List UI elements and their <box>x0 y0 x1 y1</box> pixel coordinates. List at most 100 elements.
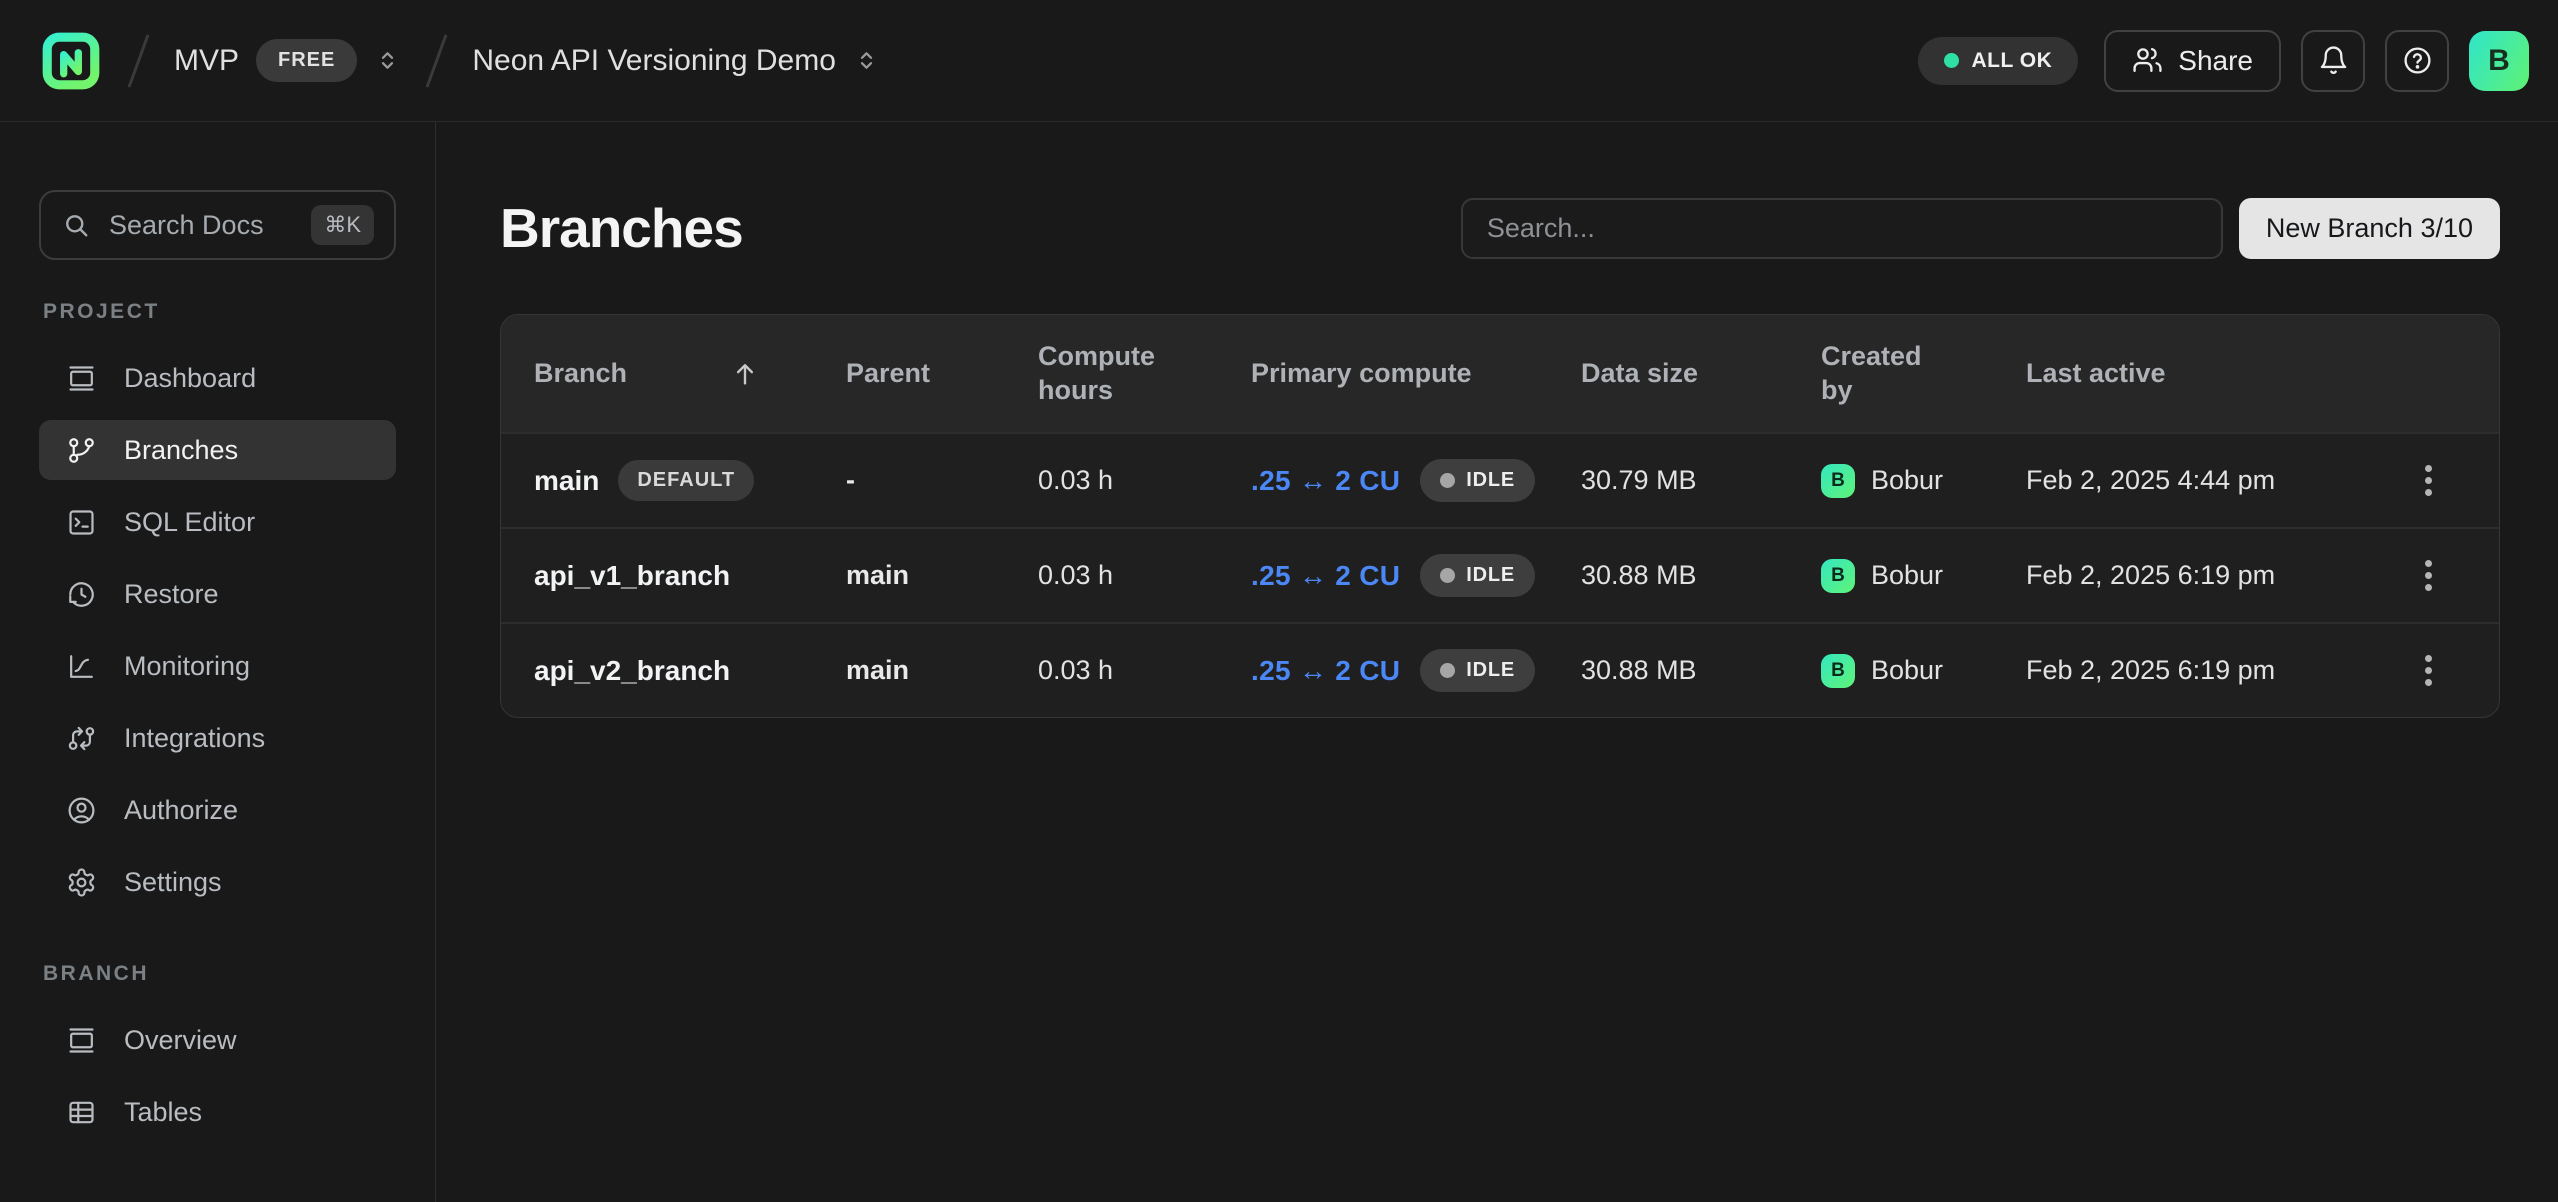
sidebar-item-tables[interactable]: Tables <box>39 1082 396 1142</box>
column-header-primary-compute[interactable]: Primary compute <box>1251 357 1581 391</box>
sidebar-item-settings[interactable]: Settings <box>39 852 396 912</box>
sidebar-item-branches[interactable]: Branches <box>39 420 396 480</box>
sidebar-item-label: Authorize <box>124 795 238 826</box>
sidebar-item-overview[interactable]: Overview <box>39 1010 396 1070</box>
column-header-branch[interactable]: Branch <box>534 357 846 391</box>
parent-cell: main <box>846 655 1038 686</box>
bell-icon <box>2318 45 2349 76</box>
status-pill[interactable]: ALL OK <box>1918 37 2079 85</box>
column-header-created-by[interactable]: Created by <box>1821 340 2026 408</box>
primary-compute-cell: .25 ↔ 2 CU IDLE <box>1251 554 1581 597</box>
compute-hours-cell: 0.03 h <box>1038 560 1251 591</box>
neon-logo-icon[interactable] <box>39 29 103 93</box>
compute-hours-cell: 0.03 h <box>1038 465 1251 496</box>
org-selector[interactable]: MVP FREE <box>174 39 401 82</box>
keyboard-shortcut-badge: ⌘K <box>311 205 374 245</box>
top-header: MVP FREE Neon API Versioning Demo ALL OK… <box>0 0 2558 122</box>
created-by-cell: BBobur <box>1821 464 2026 498</box>
branch-cell: api_v2_branch <box>534 655 846 687</box>
breadcrumb-divider <box>426 34 448 88</box>
sidebar-item-monitoring[interactable]: Monitoring <box>39 636 396 696</box>
branch-icon <box>66 435 97 466</box>
last-active-cell: Feb 2, 2025 6:19 pm <box>2026 560 2376 591</box>
sidebar-item-authorize[interactable]: Authorize <box>39 780 396 840</box>
sidebar-item-label: Settings <box>124 867 222 898</box>
page-header: Branches New Branch 3/10 <box>500 196 2500 260</box>
user-avatar[interactable]: B <box>2469 31 2529 91</box>
row-menu-button[interactable] <box>2413 643 2444 698</box>
data-size-cell: 30.79 MB <box>1581 465 1821 496</box>
search-icon <box>61 210 91 240</box>
creator-name: Bobur <box>1871 655 1943 686</box>
column-label: Primary compute <box>1251 357 1472 391</box>
branch-search-input[interactable] <box>1461 198 2223 259</box>
compute-state-badge: IDLE <box>1420 554 1535 597</box>
table-body: mainDEFAULT-0.03 h.25 ↔ 2 CUIDLE30.79 MB… <box>501 432 2499 717</box>
row-menu-button[interactable] <box>2413 453 2444 508</box>
table-row-api_v2_branch[interactable]: api_v2_branchmain0.03 h.25 ↔ 2 CUIDLE30.… <box>501 622 2499 717</box>
table-row-api_v1_branch[interactable]: api_v1_branch main 0.03 h.25 ↔ 2 CU IDLE 30.… <box>501 527 2499 622</box>
notifications-button[interactable] <box>2301 30 2365 92</box>
last-active-cell: Feb 2, 2025 6:19 pm <box>2026 655 2376 686</box>
idle-dot-icon <box>1440 663 1455 678</box>
primary-compute-cell: .25 ↔ 2 CU IDLE <box>1251 459 1581 502</box>
column-header-last-active[interactable]: Last active <box>2026 357 2376 391</box>
data-size-value: 30.88 MB <box>1581 560 1697 591</box>
creator-name: Bobur <box>1871 560 1943 591</box>
project-name: Neon API Versioning Demo <box>472 44 836 78</box>
header-actions: ALL OK Share B <box>1918 30 2530 92</box>
breadcrumb-divider <box>128 34 150 88</box>
search-docs-button[interactable]: Search Docs ⌘K <box>39 190 396 260</box>
sort-ascending-icon[interactable] <box>730 359 760 389</box>
row-menu-button[interactable] <box>2413 548 2444 603</box>
branch-cell: api_v1_branch <box>534 560 846 592</box>
project-selector[interactable]: Neon API Versioning Demo <box>472 44 880 78</box>
help-icon <box>2402 45 2433 76</box>
last-active-value: Feb 2, 2025 6:19 pm <box>2026 655 2275 686</box>
main-content: Branches New Branch 3/10 Branch ParentCom… <box>436 122 2558 1202</box>
help-button[interactable] <box>2385 30 2449 92</box>
compute-state-badge: IDLE <box>1420 459 1535 502</box>
compute-state-label: IDLE <box>1466 659 1515 682</box>
compute-state-label: IDLE <box>1466 469 1515 492</box>
browser-icon <box>66 363 97 394</box>
parent-branch-name: main <box>846 560 909 591</box>
sidebar-item-label: SQL Editor <box>124 507 255 538</box>
row-actions-cell <box>2376 453 2481 508</box>
column-header-parent[interactable]: Parent <box>846 357 1038 391</box>
sidebar: Search Docs ⌘K PROJECTDashboardBranchesS… <box>0 122 436 1202</box>
sidebar-item-label: Overview <box>124 1025 237 1056</box>
chart-icon <box>66 651 97 682</box>
column-header-data-size[interactable]: Data size <box>1581 357 1821 391</box>
sidebar-item-integrations[interactable]: Integrations <box>39 708 396 768</box>
created-by-cell: B Bobur <box>1821 654 2026 688</box>
row-actions-cell <box>2376 643 2481 698</box>
compute-state-badge: IDLE <box>1420 649 1535 692</box>
status-dot-icon <box>1944 53 1959 68</box>
creator-avatar: B <box>1821 654 1855 688</box>
parent-cell: - <box>846 465 1038 496</box>
compute-size-link[interactable]: .25 ↔ 2 CU <box>1251 560 1400 592</box>
default-badge: DEFAULT <box>618 460 754 501</box>
creator-avatar: B <box>1821 464 1855 498</box>
new-branch-button[interactable]: New Branch 3/10 <box>2239 198 2500 259</box>
column-label: Created by <box>1821 340 1941 408</box>
column-header-compute-hours[interactable]: Compute hours <box>1038 340 1251 408</box>
sidebar-item-sql-editor[interactable]: SQL Editor <box>39 492 396 552</box>
sidebar-nav: PROJECTDashboardBranchesSQL EditorRestor… <box>39 300 396 1142</box>
creator-avatar: B <box>1821 559 1855 593</box>
sidebar-item-label: Dashboard <box>124 363 256 394</box>
compute-size-link[interactable]: .25 ↔ 2 CU <box>1251 655 1400 687</box>
sidebar-item-restore[interactable]: Restore <box>39 564 396 624</box>
sidebar-item-dashboard[interactable]: Dashboard <box>39 348 396 408</box>
page-title: Branches <box>500 196 743 260</box>
branch-name: api_v1_branch <box>534 560 730 592</box>
sidebar-item-label: Branches <box>124 435 238 466</box>
table-row-main[interactable]: mainDEFAULT-0.03 h.25 ↔ 2 CUIDLE30.79 MB… <box>501 432 2499 527</box>
idle-dot-icon <box>1440 568 1455 583</box>
data-size-value: 30.88 MB <box>1581 655 1697 686</box>
column-label: Branch <box>534 357 627 391</box>
browser-icon <box>66 1025 97 1056</box>
share-button[interactable]: Share <box>2104 30 2281 92</box>
compute-size-link[interactable]: .25 ↔ 2 CU <box>1251 465 1400 497</box>
